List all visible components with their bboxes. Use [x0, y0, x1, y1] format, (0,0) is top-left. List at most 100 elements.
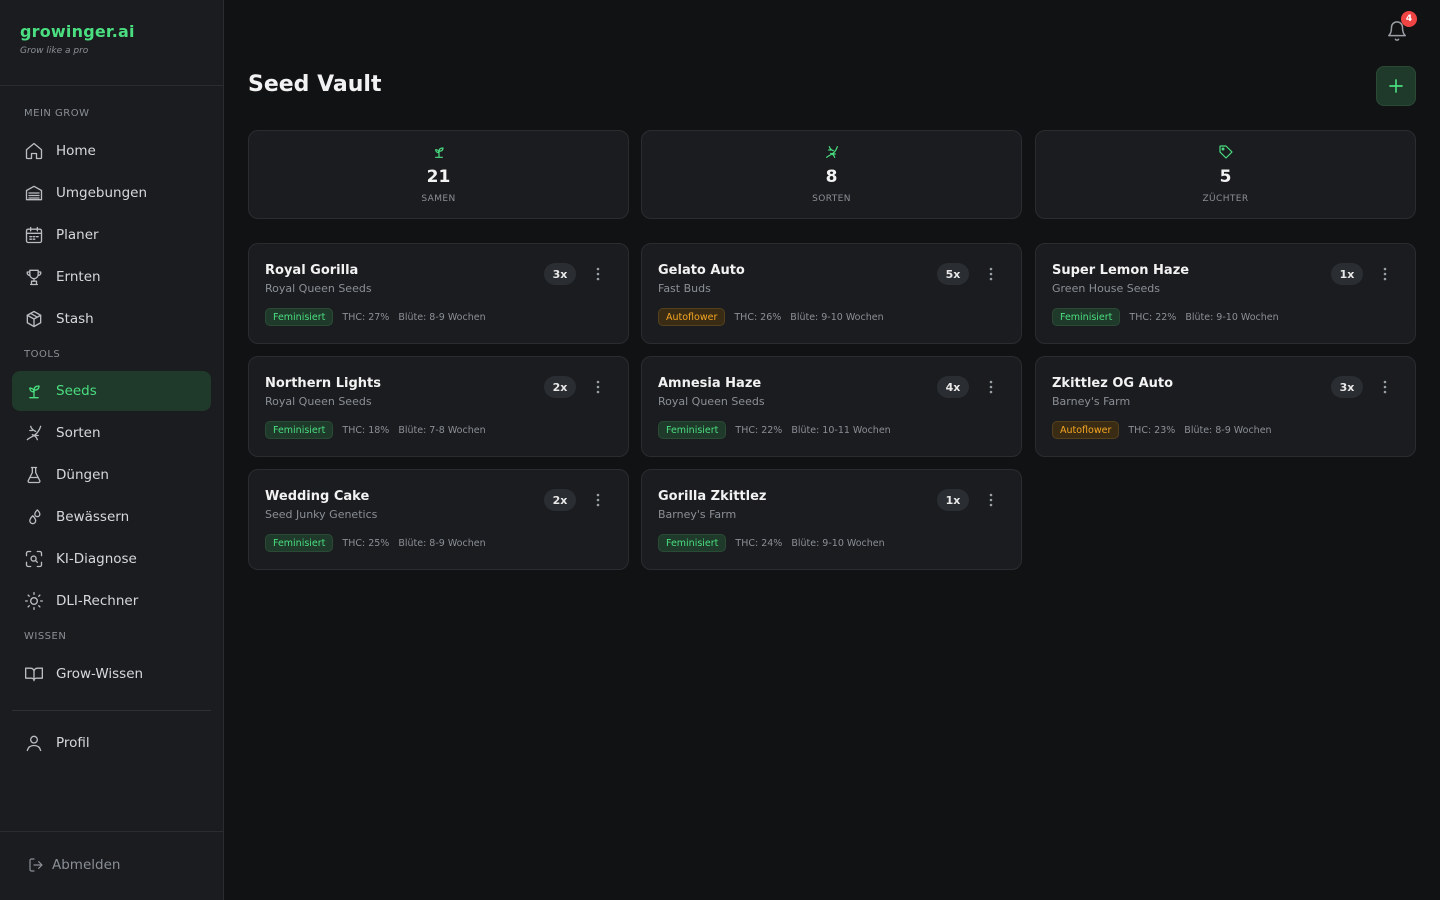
more-options-icon[interactable] — [983, 379, 999, 395]
sidebar-item-seeds[interactable]: Seeds — [12, 371, 211, 411]
stat-value: 8 — [825, 167, 838, 187]
stat-card-sorten: 8 SORTEN — [641, 130, 1022, 219]
seed-card[interactable]: Northern Lights Royal Queen Seeds 2x Fem… — [248, 356, 629, 457]
seed-bloom: Blüte: 8-9 Wochen — [398, 537, 486, 549]
sidebar-item-dli-rechner[interactable]: DLI-Rechner — [12, 581, 211, 621]
seed-breeder: Royal Queen Seeds — [658, 395, 765, 408]
seed-card[interactable]: Amnesia Haze Royal Queen Seeds 4x Femini… — [641, 356, 1022, 457]
stat-card-zuechter: 5 ZÜCHTER — [1035, 130, 1416, 219]
seed-meta: Autoflower THC: 23% Blüte: 8-9 Wochen — [1052, 421, 1281, 439]
seed-card[interactable]: Super Lemon Haze Green House Seeds 1x Fe… — [1035, 243, 1416, 344]
seed-meta: Feminisiert THC: 22% Blüte: 9-10 Wochen — [1052, 308, 1288, 326]
sidebar-item-ernten[interactable]: Ernten — [12, 257, 211, 297]
stat-label: SORTEN — [812, 194, 851, 204]
sidebar-item-stash[interactable]: Stash — [12, 299, 211, 339]
seed-quantity-badge: 3x — [544, 263, 576, 285]
seed-type-tag: Autoflower — [1052, 421, 1120, 439]
logout-button[interactable]: Abmelden — [28, 857, 120, 873]
seed-bloom: Blüte: 9-10 Wochen — [790, 311, 884, 323]
sidebar-item-umgebungen[interactable]: Umgebungen — [12, 173, 211, 213]
box-icon — [26, 310, 42, 328]
trophy-icon — [26, 269, 42, 286]
stat-label: ZÜCHTER — [1202, 194, 1249, 204]
seed-thc: THC: 18% — [342, 424, 390, 436]
seed-name: Wedding Cake — [265, 489, 370, 504]
seed-bloom: Blüte: 8-9 Wochen — [1184, 424, 1272, 436]
seed-card[interactable]: Royal Gorilla Royal Queen Seeds 3x Femin… — [248, 243, 629, 344]
sidebar-item-label: Seeds — [56, 383, 97, 399]
stat-card-samen: 21 SAMEN — [248, 130, 629, 219]
sidebar-item-bewaessern[interactable]: Bewässern — [12, 497, 211, 537]
more-options-icon[interactable] — [590, 379, 606, 395]
sidebar-item-label: Home — [56, 143, 96, 159]
book-icon — [25, 667, 43, 682]
seed-card[interactable]: Wedding Cake Seed Junky Genetics 2x Femi… — [248, 469, 629, 570]
flask-icon — [27, 466, 41, 484]
sidebar-item-label: KI-Diagnose — [56, 551, 137, 567]
seed-quantity-badge: 4x — [937, 376, 969, 398]
seed-quantity-badge: 1x — [937, 489, 969, 511]
seed-thc: THC: 22% — [735, 424, 783, 436]
seed-breeder: Royal Queen Seeds — [265, 395, 372, 408]
more-options-icon[interactable] — [1377, 379, 1393, 395]
seed-bloom: Blüte: 9-10 Wochen — [1185, 311, 1279, 323]
seed-card[interactable]: Gorilla Zkittlez Barney's Farm 1x Femini… — [641, 469, 1022, 570]
seed-type-tag: Autoflower — [658, 308, 726, 326]
calendar-icon — [25, 226, 43, 244]
sidebar-item-label: Stash — [56, 311, 94, 327]
more-options-icon[interactable] — [983, 492, 999, 508]
more-options-icon[interactable] — [1377, 266, 1393, 282]
plus-icon — [1389, 79, 1403, 93]
sidebar-item-ki-diagnose[interactable]: KI-Diagnose — [12, 539, 211, 579]
seed-thc: THC: 25% — [342, 537, 390, 549]
seed-breeder: Barney's Farm — [658, 508, 737, 521]
seed-type-tag: Feminisiert — [265, 421, 334, 439]
sidebar-item-label: Umgebungen — [56, 185, 148, 201]
home-icon — [25, 142, 43, 160]
seed-type-tag: Feminisiert — [1052, 308, 1121, 326]
seed-breeder: Royal Queen Seeds — [265, 282, 372, 295]
seed-bloom: Blüte: 9-10 Wochen — [791, 537, 885, 549]
seed-meta: Feminisiert THC: 18% Blüte: 7-8 Wochen — [265, 421, 495, 439]
seed-card[interactable]: Gelato Auto Fast Buds 5x Autoflower THC:… — [641, 243, 1022, 344]
seed-thc: THC: 22% — [1129, 311, 1177, 323]
seed-type-tag: Feminisiert — [658, 421, 727, 439]
seed-name: Northern Lights — [265, 376, 381, 391]
brand: growinger.ai Grow like a pro — [0, 0, 223, 86]
sidebar-item-label: DLI-Rechner — [56, 593, 139, 609]
more-options-icon[interactable] — [590, 492, 606, 508]
sidebar-item-home[interactable]: Home — [12, 131, 211, 171]
brand-name[interactable]: growinger.ai — [20, 22, 203, 41]
seed-name: Super Lemon Haze — [1052, 263, 1190, 278]
sidebar-item-sorten[interactable]: Sorten — [12, 413, 211, 453]
seed-name: Amnesia Haze — [658, 376, 762, 391]
more-options-icon[interactable] — [983, 266, 999, 282]
sidebar-item-planer[interactable]: Planer — [12, 215, 211, 255]
seed-thc: THC: 23% — [1128, 424, 1176, 436]
sidebar-item-profil[interactable]: Profil — [12, 723, 211, 763]
stat-label: SAMEN — [421, 194, 456, 204]
page-title: Seed Vault — [248, 72, 382, 97]
section-label-tools: TOOLS — [24, 349, 61, 360]
sidebar-divider — [12, 710, 211, 711]
scan-icon — [25, 550, 43, 568]
stat-value: 5 — [1219, 167, 1232, 187]
sidebar-item-label: Ernten — [56, 269, 101, 285]
add-seed-button[interactable] — [1376, 66, 1416, 106]
seed-meta: Feminisiert THC: 24% Blüte: 9-10 Wochen — [658, 534, 894, 552]
seed-meta: Autoflower THC: 26% Blüte: 9-10 Wochen — [658, 308, 893, 326]
brand-tagline: Grow like a pro — [20, 46, 89, 56]
seed-thc: THC: 26% — [734, 311, 782, 323]
sprout-icon — [29, 385, 40, 399]
seed-quantity-badge: 3x — [1331, 376, 1363, 398]
more-options-icon[interactable] — [590, 266, 606, 282]
sprout-icon — [434, 147, 444, 158]
section-label-grow: MEIN GROW — [24, 108, 90, 119]
sidebar-item-label: Bewässern — [56, 509, 130, 525]
stat-value: 21 — [426, 167, 451, 187]
sidebar-item-grow-wissen[interactable]: Grow-Wissen — [12, 654, 211, 694]
seed-breeder: Barney's Farm — [1052, 395, 1131, 408]
sidebar-item-duengen[interactable]: Düngen — [12, 455, 211, 495]
sidebar: growinger.ai Grow like a pro MEIN GROW H… — [0, 0, 224, 900]
seed-card[interactable]: Zkittlez OG Auto Barney's Farm 3x Autofl… — [1035, 356, 1416, 457]
